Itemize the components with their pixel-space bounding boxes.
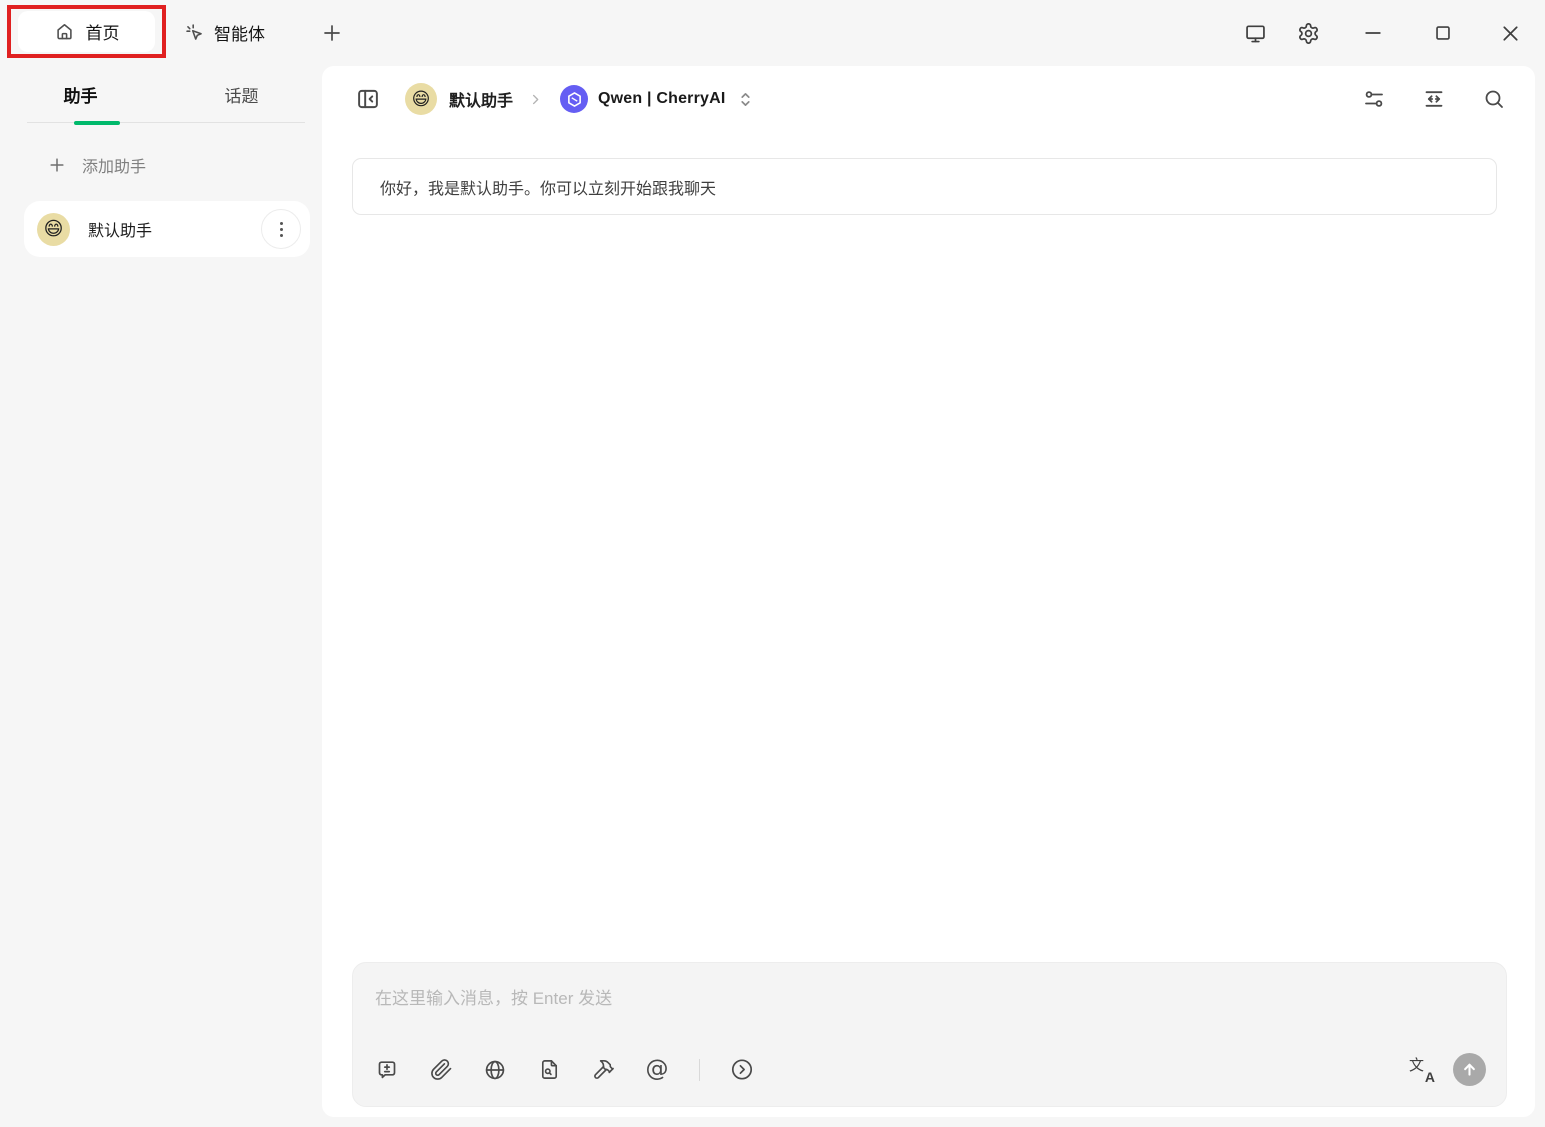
assistant-name: 默认助手 xyxy=(88,217,152,241)
assistant-menu-button[interactable] xyxy=(261,209,301,249)
toolbar-divider xyxy=(699,1059,700,1081)
new-tab-button[interactable] xyxy=(318,19,346,47)
new-topic-icon xyxy=(375,1058,399,1082)
model-label: Qwen | CherryAI xyxy=(598,90,726,108)
assistant-avatar: 😄 xyxy=(37,213,70,246)
assistant-greeting-message: 你好，我是默认助手。你可以立刻开始跟我聊天 xyxy=(352,158,1497,215)
add-assistant-label: 添加助手 xyxy=(82,153,146,177)
paperclip-icon xyxy=(430,1058,453,1081)
new-topic-button[interactable] xyxy=(375,1058,399,1082)
assistants-sidebar: 助手 话题 添加助手 😄 默认助手 xyxy=(0,66,322,1127)
expand-width-button[interactable] xyxy=(1422,87,1446,111)
expand-width-icon xyxy=(1422,87,1446,111)
toolbar-right-group: 文 A xyxy=(1409,1053,1486,1086)
plus-icon xyxy=(320,21,344,45)
chat-header-actions xyxy=(1362,87,1506,111)
minimize-button[interactable] xyxy=(1361,21,1385,45)
tab-agents-label: 智能体 xyxy=(214,20,265,45)
assistant-avatar: 😄 xyxy=(405,83,437,115)
gear-icon xyxy=(1297,22,1320,45)
web-search-button[interactable] xyxy=(483,1058,507,1082)
tab-agents[interactable]: 智能体 xyxy=(176,12,273,53)
send-button[interactable] xyxy=(1453,1053,1486,1086)
display-mode-button[interactable] xyxy=(1243,21,1267,45)
settings-button[interactable] xyxy=(1296,21,1320,45)
file-search-icon xyxy=(538,1058,561,1081)
breadcrumb-assistant-name[interactable]: 默认助手 xyxy=(449,87,513,111)
plus-icon xyxy=(47,155,67,175)
mcp-tools-button[interactable] xyxy=(591,1058,615,1082)
chevron-right-icon xyxy=(528,92,543,107)
search-button[interactable] xyxy=(1482,87,1506,111)
monitor-icon xyxy=(1244,22,1267,45)
add-assistant-button[interactable]: 添加助手 xyxy=(47,153,146,177)
close-icon xyxy=(1499,22,1522,45)
maximize-icon xyxy=(1432,22,1454,44)
message-input-area: @ 文 A xyxy=(352,962,1507,1107)
tab-home[interactable]: 首页 xyxy=(18,11,155,52)
sidebar-tabs: 助手 话题 xyxy=(0,66,322,122)
mention-model-button[interactable]: @ xyxy=(645,1058,669,1082)
translate-icon: 文 xyxy=(1409,1054,1424,1075)
quick-panel-button[interactable] xyxy=(730,1058,754,1082)
home-icon xyxy=(54,21,75,42)
minimize-icon xyxy=(1362,22,1384,44)
titlebar: 首页 智能体 xyxy=(0,0,1545,66)
greeting-text: 你好，我是默认助手。你可以立刻开始跟我聊天 xyxy=(380,175,716,199)
select-chevrons-icon xyxy=(738,91,753,108)
arrow-up-icon xyxy=(1460,1060,1479,1079)
translate-button[interactable]: 文 A xyxy=(1409,1056,1436,1083)
globe-icon xyxy=(483,1058,507,1082)
model-selector[interactable]: Qwen | CherryAI xyxy=(560,85,753,113)
tab-home-label: 首页 xyxy=(86,19,120,44)
input-toolbar: @ 文 A xyxy=(353,1053,1506,1106)
sliders-icon xyxy=(1362,87,1386,111)
chat-panel: 😄 默认助手 Qwen | CherryAI xyxy=(322,66,1535,1117)
knowledge-base-button[interactable] xyxy=(537,1058,561,1082)
tab-topics[interactable]: 话题 xyxy=(161,82,322,107)
sidebar-tabs-divider xyxy=(27,122,305,123)
hammer-icon xyxy=(592,1058,615,1081)
at-sign-icon: @ xyxy=(646,1058,669,1081)
agents-icon xyxy=(184,22,205,43)
message-input[interactable] xyxy=(353,963,1506,1053)
collapse-sidebar-button[interactable] xyxy=(355,86,381,112)
qwen-logo xyxy=(560,85,588,113)
chat-header: 😄 默认助手 Qwen | CherryAI xyxy=(322,66,1535,132)
search-icon xyxy=(1482,87,1506,111)
maximize-button[interactable] xyxy=(1431,21,1455,45)
kebab-menu-icon xyxy=(280,222,283,225)
annotation-highlight: 首页 xyxy=(7,5,166,58)
close-button[interactable] xyxy=(1498,21,1522,45)
active-tab-indicator xyxy=(74,121,120,125)
panel-collapse-icon xyxy=(355,86,381,112)
circle-chevron-right-icon xyxy=(730,1057,754,1082)
chat-settings-button[interactable] xyxy=(1362,87,1386,111)
tab-assistants[interactable]: 助手 xyxy=(0,82,161,107)
assistant-list-item[interactable]: 😄 默认助手 xyxy=(24,201,310,257)
attachment-button[interactable] xyxy=(429,1058,453,1082)
